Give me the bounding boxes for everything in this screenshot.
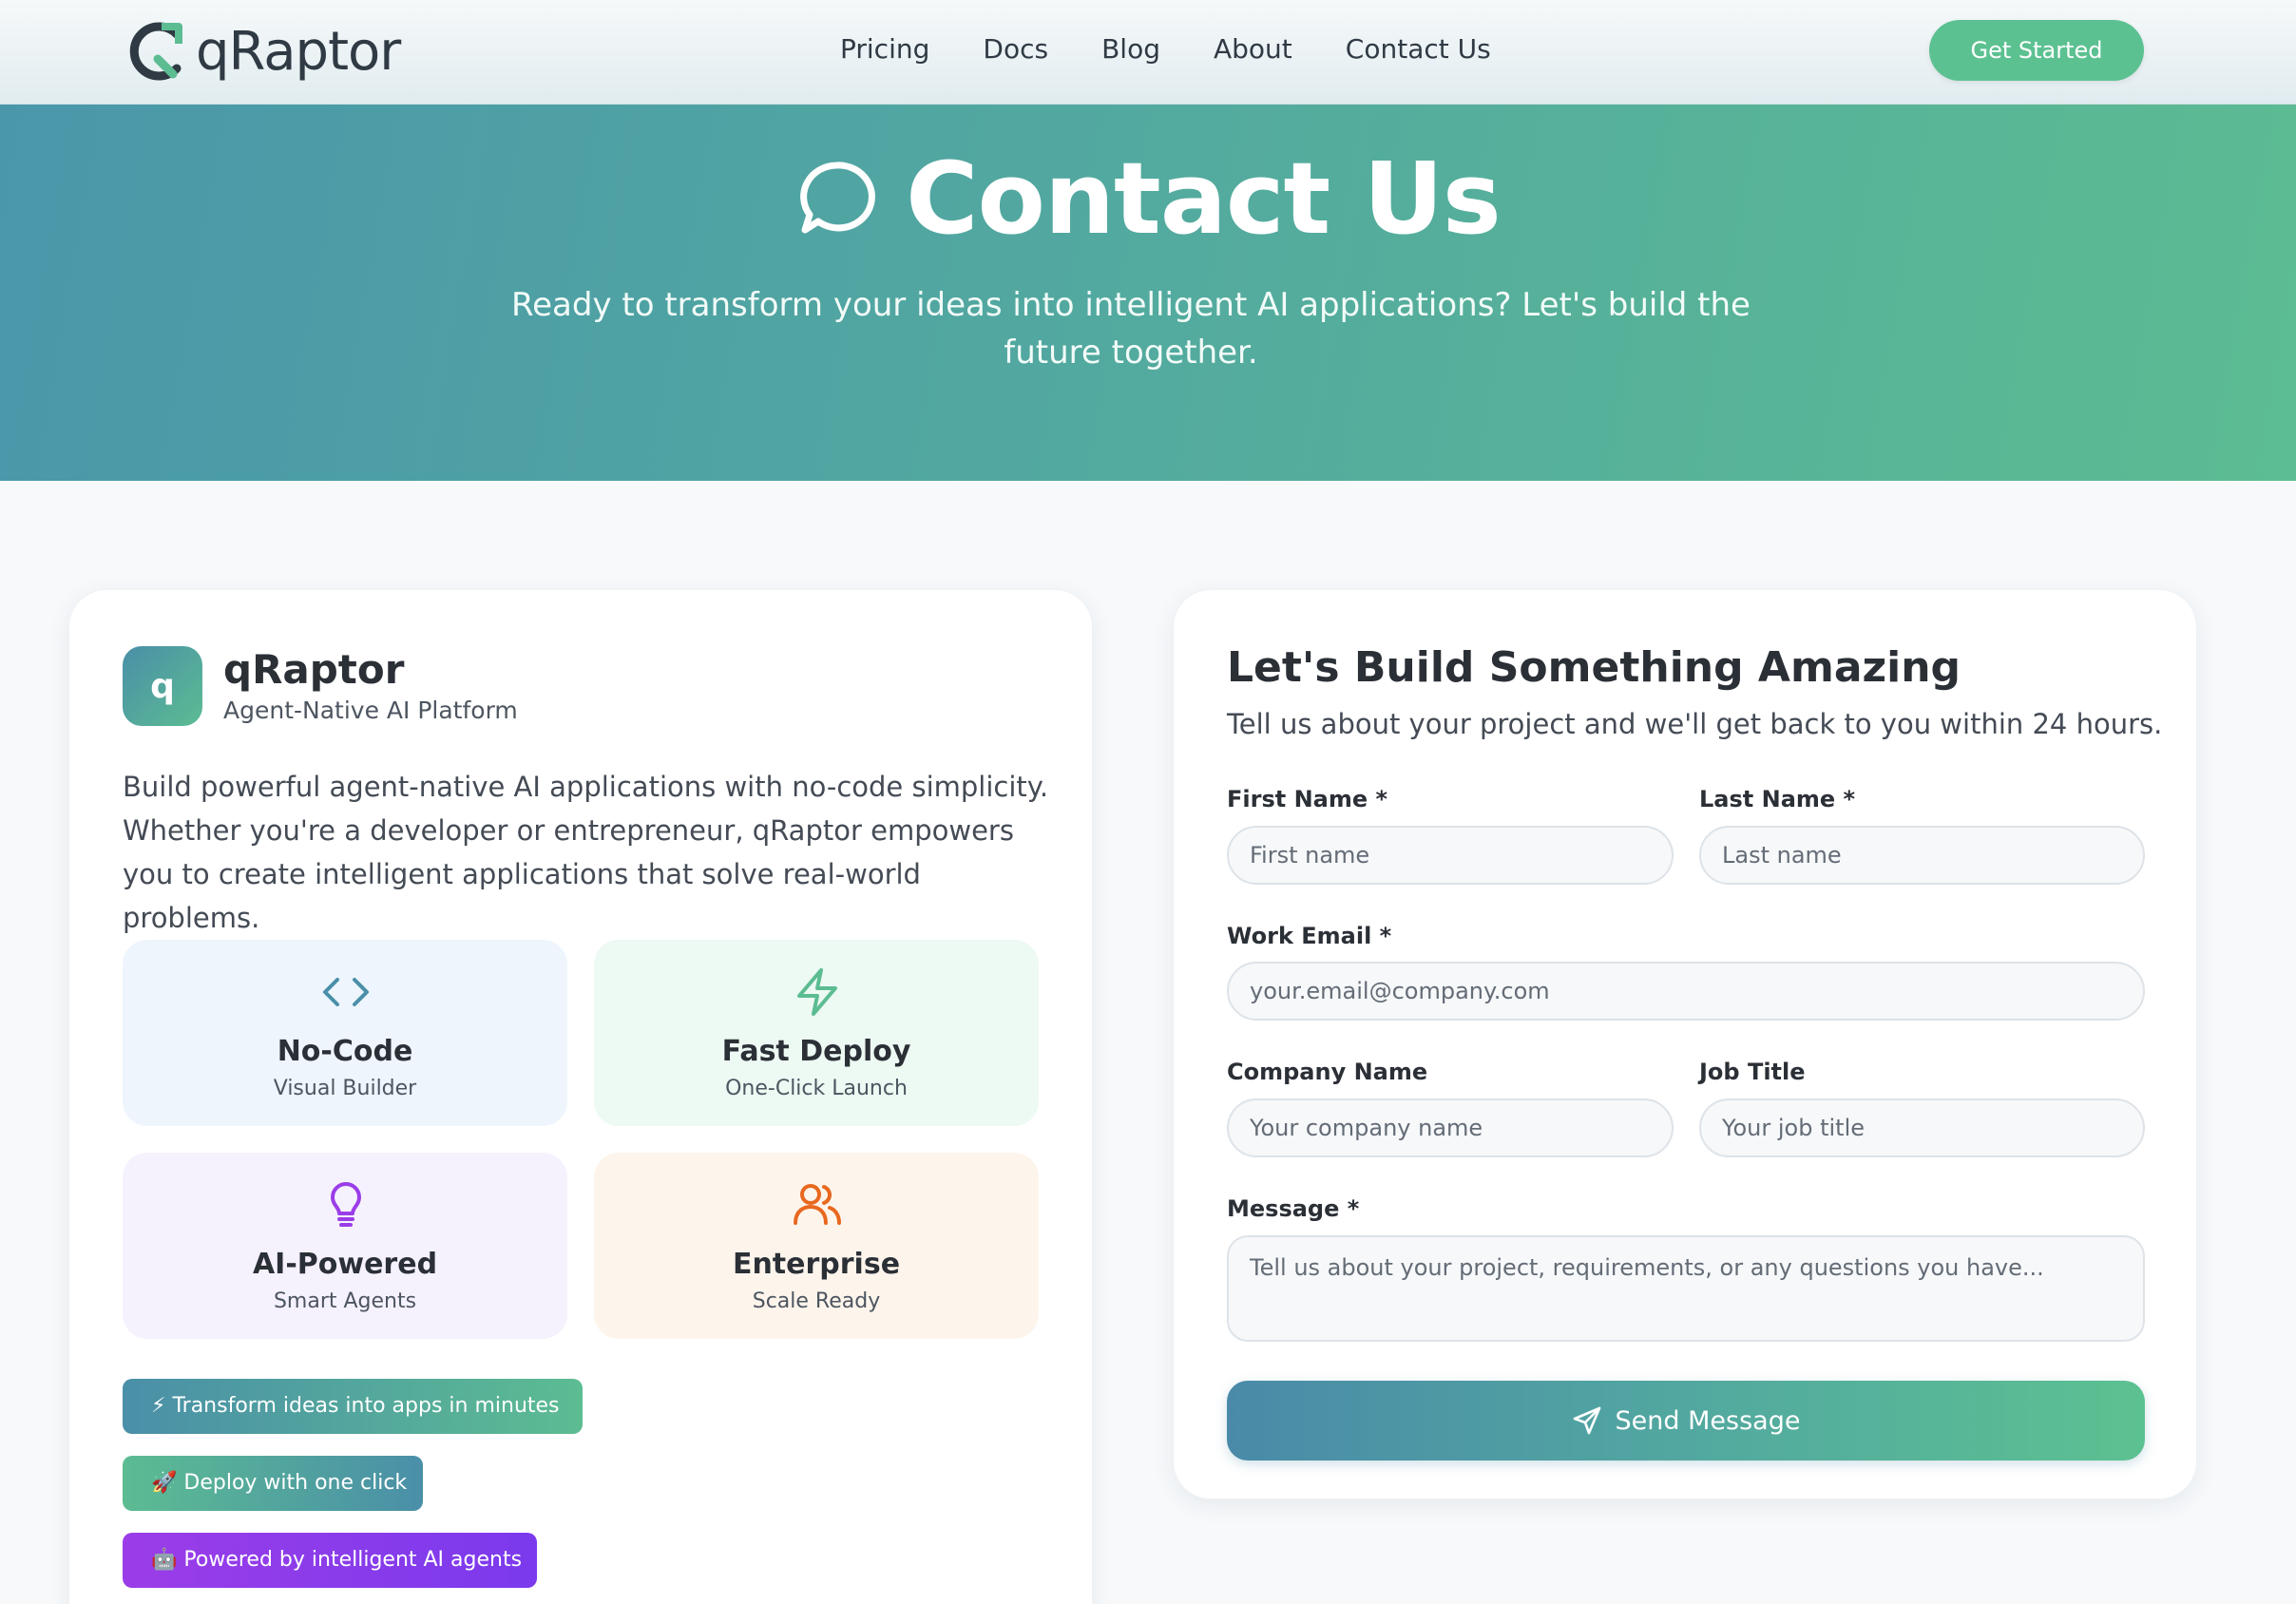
feature-title: Enterprise (732, 1248, 901, 1281)
logo-icon (129, 22, 182, 81)
company-name-label: Company Name (1227, 1059, 1428, 1085)
feature-card-no-code: No-Code Visual Builder (123, 940, 567, 1126)
work-email-input[interactable] (1227, 962, 2145, 1021)
logo-text: qRaptor (196, 20, 401, 83)
feature-card-enterprise: Enterprise Scale Ready (594, 1153, 1039, 1339)
feature-subtitle: One-Click Launch (725, 1077, 908, 1100)
page-title: Contact Us (906, 141, 1502, 257)
last-name-label: Last Name * (1699, 786, 1856, 812)
first-name-label: First Name * (1227, 786, 1388, 812)
feature-card-fast-deploy: Fast Deploy One-Click Launch (594, 940, 1039, 1126)
message-label: Message * (1227, 1195, 1360, 1222)
hero-title-row: Contact Us (0, 141, 2296, 257)
highlight-pill-deploy: 🚀 Deploy with one click (123, 1456, 423, 1511)
send-icon (1573, 1406, 1600, 1435)
feature-subtitle: Smart Agents (273, 1289, 417, 1313)
nav-link-contact[interactable]: Contact Us (1346, 29, 1491, 70)
hero-subtitle: Ready to transform your ideas into intel… (511, 286, 1751, 372)
message-textarea[interactable] (1227, 1235, 2145, 1342)
brand-row: q qRaptor Agent-Native AI Platform (123, 645, 518, 727)
feature-title: Fast Deploy (721, 1035, 911, 1068)
work-email-label: Work Email * (1227, 923, 1392, 949)
send-message-label: Send Message (1615, 1405, 1801, 1436)
about-card: q qRaptor Agent-Native AI Platform Build… (68, 589, 1093, 1604)
brand-description: Build powerful agent-native AI applicati… (123, 771, 1049, 934)
nav-link-blog[interactable]: Blog (1101, 29, 1160, 70)
get-started-button[interactable]: Get Started (1929, 20, 2144, 81)
brand-text: qRaptor Agent-Native AI Platform (223, 645, 518, 727)
hero-banner: Contact Us Ready to transform your ideas… (0, 105, 2296, 481)
feature-title: AI-Powered (252, 1248, 438, 1281)
feature-title: No-Code (277, 1035, 413, 1068)
code-icon (323, 978, 369, 1006)
form-subtitle: Tell us about your project and we'll get… (1227, 708, 2163, 740)
feature-card-ai-powered: AI-Powered Smart Agents (123, 1153, 567, 1339)
feature-subtitle: Visual Builder (273, 1077, 417, 1100)
last-name-input[interactable] (1699, 826, 2145, 885)
chat-bubble-icon (800, 162, 876, 234)
brand-name: qRaptor (223, 646, 405, 693)
top-navbar: qRaptor Pricing Docs Blog About Contact … (0, 0, 2296, 105)
highlight-pill-ai-agents: 🤖 Powered by intelligent AI agents (123, 1533, 537, 1588)
lightning-icon (797, 968, 837, 1016)
highlight-pill-transform: ⚡ Transform ideas into apps in minutes (123, 1379, 583, 1434)
brand-tagline: Agent-Native AI Platform (223, 697, 518, 724)
logo[interactable]: qRaptor (129, 13, 401, 89)
job-title-label: Job Title (1699, 1059, 1806, 1085)
users-icon (794, 1184, 841, 1225)
lightbulb-icon (331, 1182, 361, 1227)
nav-links: Pricing Docs Blog About Contact Us (840, 29, 1544, 70)
nav-link-pricing[interactable]: Pricing (840, 29, 929, 70)
nav-link-about[interactable]: About (1214, 29, 1292, 70)
nav-link-docs[interactable]: Docs (983, 29, 1048, 70)
send-message-button[interactable]: Send Message (1227, 1381, 2145, 1461)
form-title: Let's Build Something Amazing (1227, 643, 1961, 692)
first-name-input[interactable] (1227, 826, 1674, 885)
brand-avatar: q (123, 646, 202, 726)
contact-form-card: Let's Build Something Amazing Tell us ab… (1173, 589, 2197, 1499)
feature-subtitle: Scale Ready (752, 1289, 881, 1313)
job-title-input[interactable] (1699, 1098, 2145, 1157)
company-name-input[interactable] (1227, 1098, 1674, 1157)
